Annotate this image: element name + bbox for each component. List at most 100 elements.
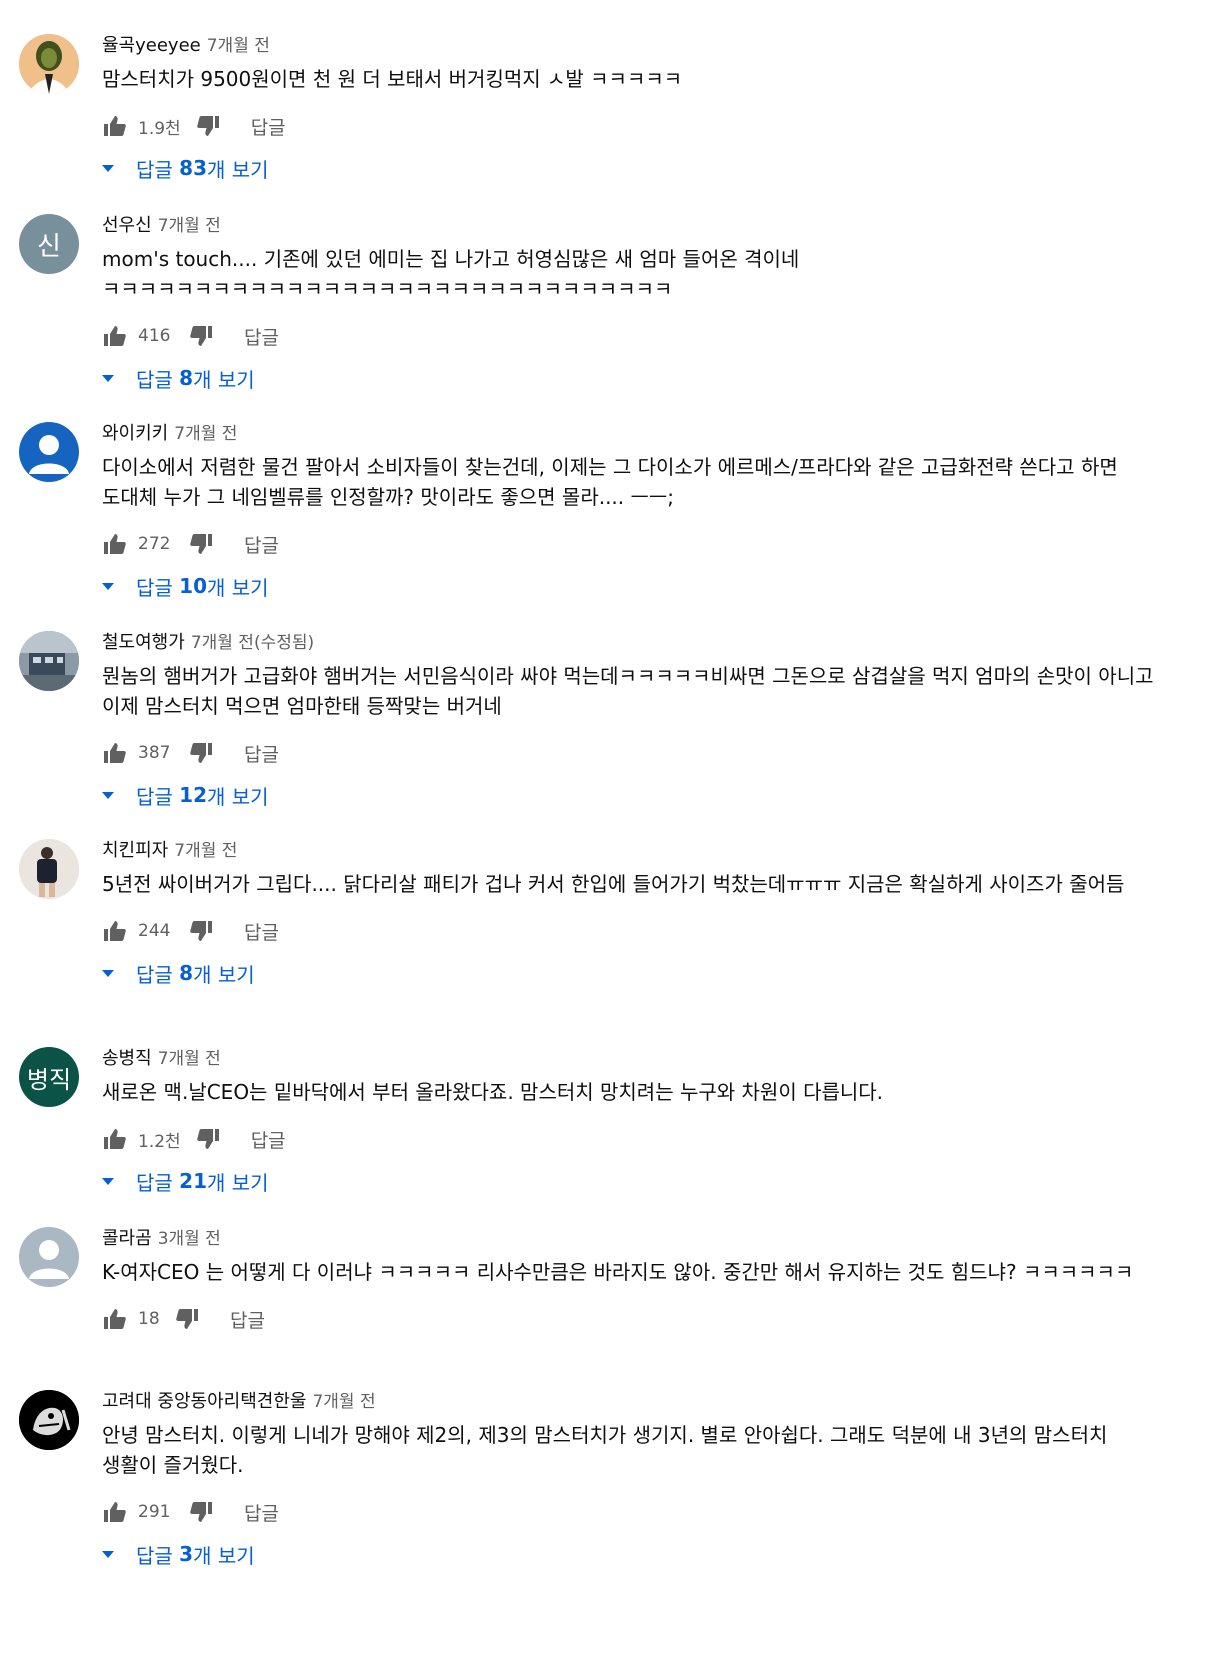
comment-text: 안녕 맘스터치. 이렇게 니네가 망해야 제2의, 제3의 맘스터치가 생기지.…: [102, 1423, 1108, 1477]
reply-button[interactable]: 답글: [244, 323, 279, 350]
avatar[interactable]: [19, 1227, 79, 1287]
view-replies-button[interactable]: 답글 83 개 보기: [102, 150, 1161, 186]
reply-button[interactable]: 답글: [244, 531, 279, 558]
like-count: 1.2천: [138, 1131, 181, 1152]
like-count: 272: [138, 534, 171, 554]
view-replies-button[interactable]: 답글 8개 보기: [102, 955, 1161, 991]
dislike-icon[interactable]: [188, 1499, 214, 1525]
view-replies-button[interactable]: 답글 10 개 보기: [102, 568, 1161, 604]
like-icon[interactable]: [102, 1499, 128, 1525]
comment-timestamp[interactable]: 3개월 전: [158, 1229, 221, 1249]
replies-count: 83: [179, 156, 208, 180]
comment-timestamp[interactable]: 7개월 전: [174, 424, 237, 444]
replies-prefix: 답글: [136, 1170, 180, 1195]
comment-text: 다이소에서 저렴한 물건 팔아서 소비자들이 찾는건데, 이제는 그 다이소가 …: [102, 455, 1118, 509]
replies-count: 10: [179, 574, 208, 598]
replies-count: 12: [179, 783, 208, 807]
caret-down-icon: [102, 164, 114, 172]
replies-suffix: 개 보기: [193, 962, 255, 987]
replies-suffix: 개 보기: [207, 784, 269, 809]
comment-author[interactable]: 콜라곰: [102, 1228, 152, 1249]
avatar-person-photo-icon: [19, 839, 79, 899]
reply-button[interactable]: 답글: [244, 918, 279, 945]
replies-suffix: 개 보기: [207, 157, 269, 182]
avatar[interactable]: [19, 34, 79, 94]
dislike-icon[interactable]: [188, 531, 214, 557]
avatar[interactable]: [19, 631, 79, 691]
caret-down-icon: [102, 969, 114, 977]
comment-author[interactable]: 고려대 중앙동아리택견한울: [102, 1391, 306, 1412]
caret-down-icon: [102, 582, 114, 590]
like-count: 416: [138, 326, 171, 346]
like-icon[interactable]: [102, 1306, 128, 1332]
replies-suffix: 개 보기: [193, 367, 255, 392]
comment-author[interactable]: 송병직: [102, 1048, 152, 1069]
view-replies-button[interactable]: 답글 21 개 보기: [102, 1163, 1161, 1199]
like-icon[interactable]: [102, 113, 128, 139]
reply-button[interactable]: 답글: [244, 740, 279, 767]
reply-button[interactable]: 답글: [251, 113, 286, 140]
replies-suffix: 개 보기: [193, 1543, 255, 1568]
caret-down-icon: [102, 374, 114, 382]
caret-down-icon: [102, 1177, 114, 1185]
comment-author[interactable]: 철도여행가: [102, 632, 185, 653]
replies-prefix: 답글: [136, 157, 180, 182]
replies-prefix: 답글: [136, 575, 180, 600]
dislike-icon[interactable]: [188, 918, 214, 944]
dislike-icon[interactable]: [188, 323, 214, 349]
like-count: 244: [138, 921, 171, 941]
default-user-icon: [29, 1240, 69, 1279]
dislike-icon[interactable]: [195, 113, 221, 139]
avatar[interactable]: [19, 839, 79, 899]
reply-button[interactable]: 답글: [244, 1499, 279, 1526]
view-replies-button[interactable]: 답글 12 개 보기: [102, 777, 1161, 813]
comment-author[interactable]: 선우신: [102, 215, 152, 236]
view-replies-button[interactable]: 답글 3개 보기: [102, 1536, 1161, 1572]
comment-timestamp[interactable]: 7개월 전(수정됨): [191, 633, 314, 653]
avatar-letter: 병직: [26, 1065, 72, 1094]
avatar-train-photo-icon: [19, 631, 79, 691]
replies-prefix: 답글: [136, 962, 180, 987]
like-icon[interactable]: [102, 1126, 128, 1152]
comment-timestamp[interactable]: 7개월 전: [312, 1392, 375, 1412]
replies-count: 8: [179, 961, 194, 985]
like-count: 18: [138, 1309, 160, 1329]
reply-button[interactable]: 답글: [230, 1306, 265, 1333]
replies-prefix: 답글: [136, 367, 180, 392]
like-icon[interactable]: [102, 323, 128, 349]
replies-count: 8: [179, 366, 194, 390]
avatar-letter: 신: [37, 231, 61, 262]
like-icon[interactable]: [102, 918, 128, 944]
like-count: 291: [138, 1502, 171, 1522]
comment-timestamp[interactable]: 7개월 전: [174, 841, 237, 861]
like-count: 387: [138, 743, 171, 763]
comment-timestamp[interactable]: 7개월 전: [158, 216, 221, 236]
comment-author[interactable]: 율곡yeeyee: [102, 35, 201, 56]
default-user-icon: [29, 435, 69, 474]
comment-author[interactable]: 와이키키: [102, 423, 168, 444]
comment-timestamp[interactable]: 7개월 전: [158, 1049, 221, 1069]
comment-text: 새로온 맥.날CEO는 밑바닥에서 부터 올라왔다죠. 맘스터치 망치려는 누구…: [102, 1080, 884, 1104]
caret-down-icon: [102, 1550, 114, 1558]
avatar[interactable]: 병직: [19, 1047, 79, 1107]
avatar[interactable]: [19, 422, 79, 482]
comment-author[interactable]: 치킨피자: [102, 840, 168, 861]
replies-prefix: 답글: [136, 1543, 180, 1568]
comment-text: 5년전 싸이버거가 그립다.... 닭다리살 패티가 겁나 커서 한입에 들어가…: [102, 872, 1125, 896]
comment-text: mom's touch.... 기존에 있던 에미는 집 나가고 허영심많은 새…: [102, 247, 800, 301]
like-icon[interactable]: [102, 531, 128, 557]
reply-button[interactable]: 답글: [251, 1126, 286, 1153]
replies-count: 3: [179, 1542, 194, 1566]
avatar[interactable]: 신: [19, 214, 79, 274]
dislike-icon[interactable]: [188, 740, 214, 766]
like-icon[interactable]: [102, 740, 128, 766]
view-replies-button[interactable]: 답글 8개 보기: [102, 360, 1161, 396]
avatar[interactable]: [19, 1390, 79, 1450]
comment-timestamp[interactable]: 7개월 전: [207, 36, 270, 56]
comment-text: 뭔놈의 햄버거가 고급화야 햄버거는 서민음식이라 싸야 먹는데ㅋㅋㅋㅋㅋ비싸면…: [102, 664, 1154, 718]
comment-text: K-여자CEO 는 어떻게 다 이러냐 ㅋㅋㅋㅋㅋ 리사수만큼은 바라지도 않아…: [102, 1260, 1134, 1284]
dislike-icon[interactable]: [195, 1126, 221, 1152]
replies-count: 21: [179, 1169, 208, 1193]
replies-suffix: 개 보기: [207, 1170, 269, 1195]
dislike-icon[interactable]: [174, 1306, 200, 1332]
